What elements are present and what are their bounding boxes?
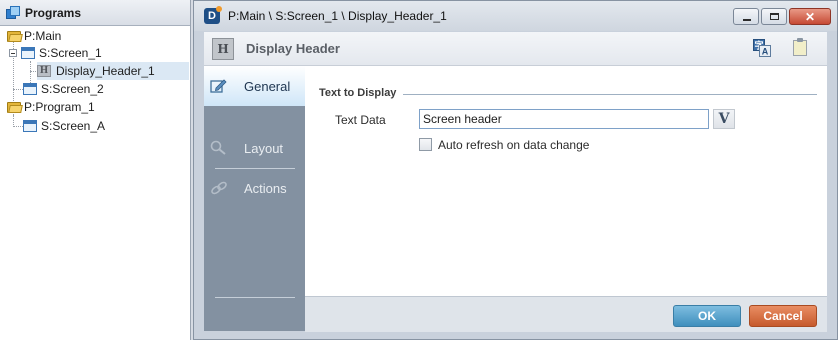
dialog-header-title: Display Header [246, 41, 340, 56]
dialog-title: P:Main \ S:Screen_1 \ Display_Header_1 [228, 9, 447, 23]
cancel-button[interactable]: Cancel [749, 305, 817, 327]
display-header-icon: H [212, 37, 234, 60]
dialog-footer: OK Cancel [305, 296, 827, 332]
minimize-icon [743, 19, 751, 21]
folder-icon [6, 30, 23, 42]
tree-item-p-main[interactable]: P:Main [6, 27, 61, 45]
maximize-button[interactable] [761, 8, 787, 25]
text-data-label: Text Data [335, 113, 386, 127]
link-icon [211, 181, 227, 195]
pencil-icon [210, 79, 227, 93]
tree-line [13, 126, 23, 127]
nav-item-general[interactable]: General [204, 66, 305, 106]
properties-dialog: D P:Main \ S:Screen_1 \ Display_Header_1… [193, 0, 838, 340]
tree-item-label: S:Screen_2 [41, 82, 104, 96]
dialog-header: H Display Header 字 A [204, 32, 827, 66]
close-button[interactable]: ✕ [789, 8, 831, 25]
tree-item-s-screen-1[interactable]: S:Screen_1 [9, 44, 102, 62]
auto-refresh-checkbox[interactable] [419, 138, 432, 151]
tree-item-label: P:Program_1 [24, 100, 95, 114]
nav-divider [215, 297, 295, 298]
tree-item-p-program-1[interactable]: P:Program_1 [6, 98, 95, 116]
screen-icon [23, 83, 37, 95]
tree-item-label: S:Screen_1 [39, 46, 102, 60]
maximize-icon [770, 13, 779, 20]
screen-icon [21, 47, 35, 59]
dialog-titlebar[interactable]: D P:Main \ S:Screen_1 \ Display_Header_1… [194, 1, 837, 31]
tree-line [13, 89, 23, 90]
tree-item-label: S:Screen_A [41, 119, 106, 133]
nav-item-layout[interactable]: Layout [204, 128, 305, 168]
minimize-button[interactable] [733, 8, 759, 25]
close-icon: ✕ [804, 9, 816, 24]
tree-item-display-header-1[interactable]: H Display_Header_1 [37, 62, 189, 80]
nav-item-label: General [244, 78, 291, 94]
nav-item-actions[interactable]: Actions [204, 168, 305, 208]
folder-icon [6, 101, 23, 113]
programs-panel-header: Programs [0, 0, 190, 26]
magnifier-icon [210, 140, 226, 155]
app-icon: D [204, 6, 222, 24]
tree-item-s-screen-a[interactable]: S:Screen_A [23, 117, 105, 135]
collapse-toggle-icon[interactable] [9, 49, 17, 57]
group-title: Text to Display [319, 87, 397, 99]
tree-item-label: P:Main [24, 29, 62, 43]
display-header-icon: H [37, 65, 51, 77]
clipboard-icon[interactable] [793, 38, 807, 56]
svg-text:A: A [762, 47, 769, 57]
auto-refresh-label[interactable]: Auto refresh on data change [438, 138, 589, 152]
general-properties-pane: Text to Display Text Data V Auto refresh… [305, 66, 827, 296]
screen-icon [23, 120, 37, 132]
window-controls: ✕ [733, 8, 831, 25]
text-data-input[interactable] [419, 109, 709, 129]
ok-button[interactable]: OK [673, 305, 741, 327]
tree-item-label: Display_Header_1 [56, 64, 155, 78]
programs-icon [6, 5, 20, 20]
programs-panel: Programs P:Main S:Screen_1 H Display_Hea… [0, 0, 191, 340]
group-divider [403, 94, 817, 95]
programs-panel-title: Programs [25, 5, 82, 20]
translate-icon[interactable]: 字 A [753, 39, 771, 57]
tree-item-s-screen-2[interactable]: S:Screen_2 [23, 80, 104, 98]
nav-item-label: Layout [244, 140, 284, 156]
variable-picker-button[interactable]: V [713, 109, 735, 129]
properties-nav: General Layout Actions [204, 66, 305, 331]
nav-item-label: Actions [244, 180, 287, 196]
